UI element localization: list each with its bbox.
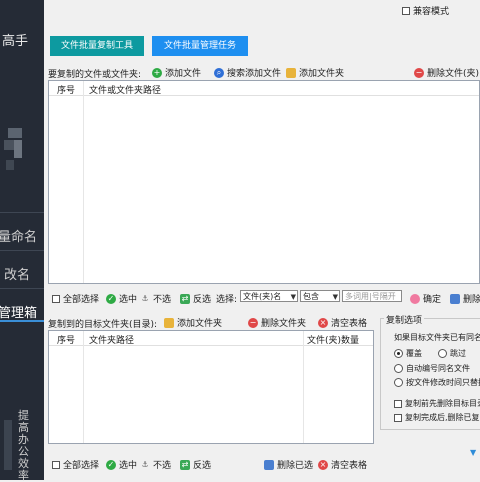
- source-deselect-button[interactable]: ⚓ 不选: [140, 292, 171, 306]
- source-invert-button[interactable]: ⇄ 反选: [180, 292, 211, 305]
- source-select-button[interactable]: ✓ 选中: [106, 292, 137, 305]
- sidebar-item-rename[interactable]: 量命名: [0, 226, 37, 245]
- target-invert-button[interactable]: ⇄ 反选: [180, 458, 211, 471]
- overwrite-radio[interactable]: 覆盖: [394, 348, 422, 359]
- column-divider: [83, 81, 84, 283]
- sidebar: 高手 量命名 改名 管理箱 提高办公效率: [0, 0, 44, 482]
- sidebar-divider: [0, 250, 44, 251]
- radio-icon[interactable]: [394, 349, 403, 358]
- close-icon: ×: [318, 317, 328, 328]
- source-file-table[interactable]: 序号 文件或文件夹路径: [48, 80, 480, 284]
- column-header-path: 文件夹路径: [89, 336, 135, 346]
- target-select-all[interactable]: 全部选择: [52, 458, 99, 471]
- source-section-title: 要复制的文件或文件夹:: [48, 70, 142, 80]
- column-header-index: 序号: [57, 86, 76, 96]
- target-add-folder-button[interactable]: 添加文件夹: [164, 316, 222, 329]
- match-select[interactable]: 包含 ▼: [300, 290, 340, 302]
- delete-list-icon: [264, 459, 274, 470]
- sidebar-slogan: 提高办公效率: [18, 409, 29, 482]
- add-file-button[interactable]: + 添加文件: [152, 66, 201, 79]
- invert-icon: ⇄: [180, 459, 190, 470]
- close-icon: ×: [318, 459, 328, 470]
- delete-target-first-checkbox[interactable]: 复制前先删除目标目录: [394, 398, 480, 409]
- copy-options-title: 复制选项: [384, 313, 425, 326]
- folder-icon: [164, 317, 174, 328]
- blurred-icon: [4, 420, 12, 470]
- target-delete-folder-button[interactable]: − 删除文件夹: [248, 316, 306, 329]
- search-add-file-button[interactable]: ⌕ 搜索添加文件: [214, 66, 281, 79]
- target-delete-selected-button[interactable]: 删除已选: [264, 458, 313, 471]
- auto-number-radio[interactable]: 自动编号同名文件: [394, 363, 470, 374]
- tab-copy-tool[interactable]: 文件批量复制工具: [50, 36, 144, 56]
- add-folder-button[interactable]: 添加文件夹: [286, 66, 344, 79]
- delete-files-button[interactable]: − 删除文件(夹): [414, 66, 479, 79]
- delete-filtered-button[interactable]: 删除: [450, 292, 480, 305]
- active-indicator: [0, 320, 44, 322]
- checkbox-icon[interactable]: [52, 460, 60, 469]
- same-name-label: 如果目标文件夹已有同名文: [394, 333, 480, 342]
- target-folder-table[interactable]: 序号 文件夹路径 文件(夹)数量: [48, 330, 374, 444]
- source-select-all[interactable]: 全部选择: [52, 292, 99, 305]
- column-header-path: 文件或文件夹路径: [89, 86, 162, 96]
- anchor-icon: ⚓: [141, 459, 149, 469]
- anchor-icon: ⚓: [141, 293, 149, 303]
- delete-list-icon: [450, 293, 460, 304]
- blurred-icon: [8, 128, 22, 138]
- sidebar-item-manager[interactable]: 管理箱: [0, 302, 37, 321]
- confirm-button[interactable]: 确定: [410, 292, 441, 305]
- blurred-icon: [4, 140, 14, 150]
- target-select-button[interactable]: ✓ 选中: [106, 458, 137, 471]
- main-panel: 兼容模式 文件批量复制工具 文件批量管理任务 要复制的文件或文件夹: + 添加文…: [44, 0, 480, 480]
- skip-radio[interactable]: 跳过: [438, 348, 466, 359]
- delete-source-after-checkbox[interactable]: 复制完成后,删除已复: [394, 412, 480, 423]
- target-clear-table-button[interactable]: × 清空表格: [318, 458, 367, 471]
- search-icon: ⌕: [214, 67, 224, 78]
- dropdown-arrow-icon[interactable]: ▼: [470, 448, 480, 458]
- target-clear-button[interactable]: × 清空表格: [318, 316, 367, 329]
- column-divider: [303, 331, 304, 443]
- tab-manage-task[interactable]: 文件批量管理任务: [152, 36, 248, 56]
- blurred-icon: [6, 160, 14, 170]
- invert-icon: ⇄: [180, 293, 190, 304]
- column-divider: [83, 331, 84, 443]
- checkbox-icon[interactable]: [402, 6, 410, 15]
- chevron-down-icon: ▼: [290, 293, 296, 301]
- target-deselect-button[interactable]: ⚓ 不选: [140, 458, 171, 472]
- pink-dot-icon: [410, 293, 420, 304]
- checkbox-icon[interactable]: [394, 399, 402, 408]
- check-circle-icon: ✓: [106, 293, 116, 304]
- sidebar-divider: [0, 212, 44, 213]
- check-circle-icon: ✓: [106, 459, 116, 470]
- minus-icon: −: [414, 67, 424, 78]
- choose-label: 选择:: [216, 295, 238, 305]
- sidebar-item-modify[interactable]: 改名: [4, 264, 30, 283]
- plus-icon: +: [152, 67, 162, 78]
- keyword-input[interactable]: 多词用|号隔开: [342, 290, 402, 302]
- blurred-icon: [14, 140, 22, 158]
- radio-icon[interactable]: [394, 364, 403, 373]
- chevron-down-icon: ▼: [332, 293, 338, 301]
- field-select[interactable]: 文件(夹)名 ▼: [240, 290, 298, 302]
- brand-fragment: 高手: [2, 34, 29, 49]
- replace-by-time-radio[interactable]: 按文件修改时间只替换: [394, 377, 480, 388]
- radio-icon[interactable]: [438, 349, 447, 358]
- target-section-title: 复制到的目标文件夹(目录):: [48, 320, 158, 330]
- folder-icon: [286, 67, 296, 78]
- radio-icon[interactable]: [394, 378, 403, 387]
- checkbox-icon[interactable]: [394, 413, 402, 422]
- minus-icon: −: [248, 317, 258, 328]
- checkbox-icon[interactable]: [52, 294, 60, 303]
- compat-mode-toggle[interactable]: 兼容模式: [402, 4, 449, 17]
- column-header-count: 文件(夹)数量: [307, 336, 360, 346]
- sidebar-divider: [0, 288, 44, 289]
- column-header-index: 序号: [57, 336, 76, 346]
